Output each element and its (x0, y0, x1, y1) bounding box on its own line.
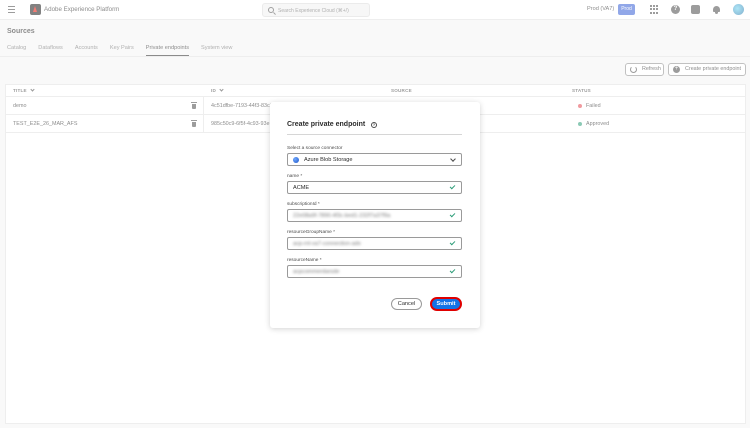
chevron-down-icon (450, 156, 456, 162)
checkmark-icon (449, 267, 456, 274)
connector-label: Select a source connector (287, 146, 343, 151)
dialog-title: Create private endpoint (287, 121, 366, 128)
dialog-divider (287, 134, 462, 135)
info-icon[interactable]: ? (371, 121, 377, 128)
globe-icon (293, 157, 299, 163)
create-private-endpoint-dialog: Create private endpoint ? Select a sourc… (270, 102, 480, 328)
submit-button[interactable]: Submit (430, 297, 462, 311)
resource-group-name-label: resourceGroupName * (287, 230, 335, 235)
checkmark-icon (449, 239, 456, 246)
subscription-id-value: 22e08a9f-7890-4f3c-bed1-232f7a37f9a (293, 213, 391, 219)
source-connector-picker[interactable]: Azure Blob Storage (287, 153, 462, 166)
name-label: name * (287, 174, 303, 179)
subscription-id-label: subscriptionId * (287, 202, 320, 207)
resource-group-name-field[interactable]: acp-rnl-va7-connection-adx (287, 237, 462, 250)
resource-name-field[interactable]: acpcommerdarsde (287, 265, 462, 278)
name-value: ACME (293, 185, 310, 191)
resource-name-value: acpcommerdarsde (293, 269, 340, 275)
checkmark-icon (449, 211, 456, 218)
cancel-button[interactable]: Cancel (391, 298, 422, 310)
name-field[interactable]: ACME (287, 181, 462, 194)
resource-name-label: resourceName * (287, 258, 322, 263)
connector-value: Azure Blob Storage (304, 157, 353, 163)
resource-group-name-value: acp-rnl-va7-connection-adx (293, 241, 361, 247)
checkmark-icon (449, 183, 456, 190)
subscription-id-field[interactable]: 22e08a9f-7890-4f3c-bed1-232f7a37f9a (287, 209, 462, 222)
